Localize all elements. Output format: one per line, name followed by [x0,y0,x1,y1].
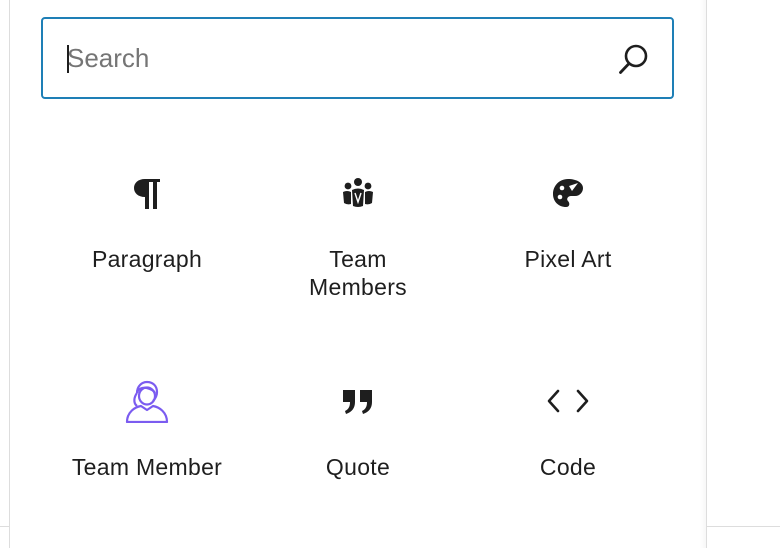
block-item-quote[interactable]: Quote [253,381,463,501]
panel-right-border [706,0,707,548]
code-icon [463,381,673,421]
block-item-pixel-art[interactable]: Pixel Art [463,173,673,313]
divider [707,526,780,527]
search-icon[interactable] [617,42,651,76]
panel-left-border [9,0,10,548]
palette-icon [463,173,673,213]
search-input[interactable] [67,19,587,97]
search-box[interactable] [41,17,674,99]
block-item-team-member[interactable]: Team Member [42,380,252,501]
team-member-icon [42,380,252,423]
divider [0,526,10,527]
team-members-icon [253,173,463,213]
block-inserter-panel: Paragraph Team Members Pixel Ar [0,0,780,548]
text-caret [67,45,69,73]
block-item-code[interactable]: Code [463,381,673,501]
block-item-paragraph[interactable]: Paragraph [42,173,252,313]
block-label: Team Members [309,246,407,300]
block-label: Quote [325,454,391,480]
block-item-team-members[interactable]: Team Members [253,173,463,313]
block-label: Code [539,454,597,480]
quote-icon [253,381,463,421]
block-label: Team Member [71,454,223,480]
block-label: Paragraph [91,246,203,272]
paragraph-icon [42,173,252,213]
block-label: Pixel Art [524,246,612,272]
